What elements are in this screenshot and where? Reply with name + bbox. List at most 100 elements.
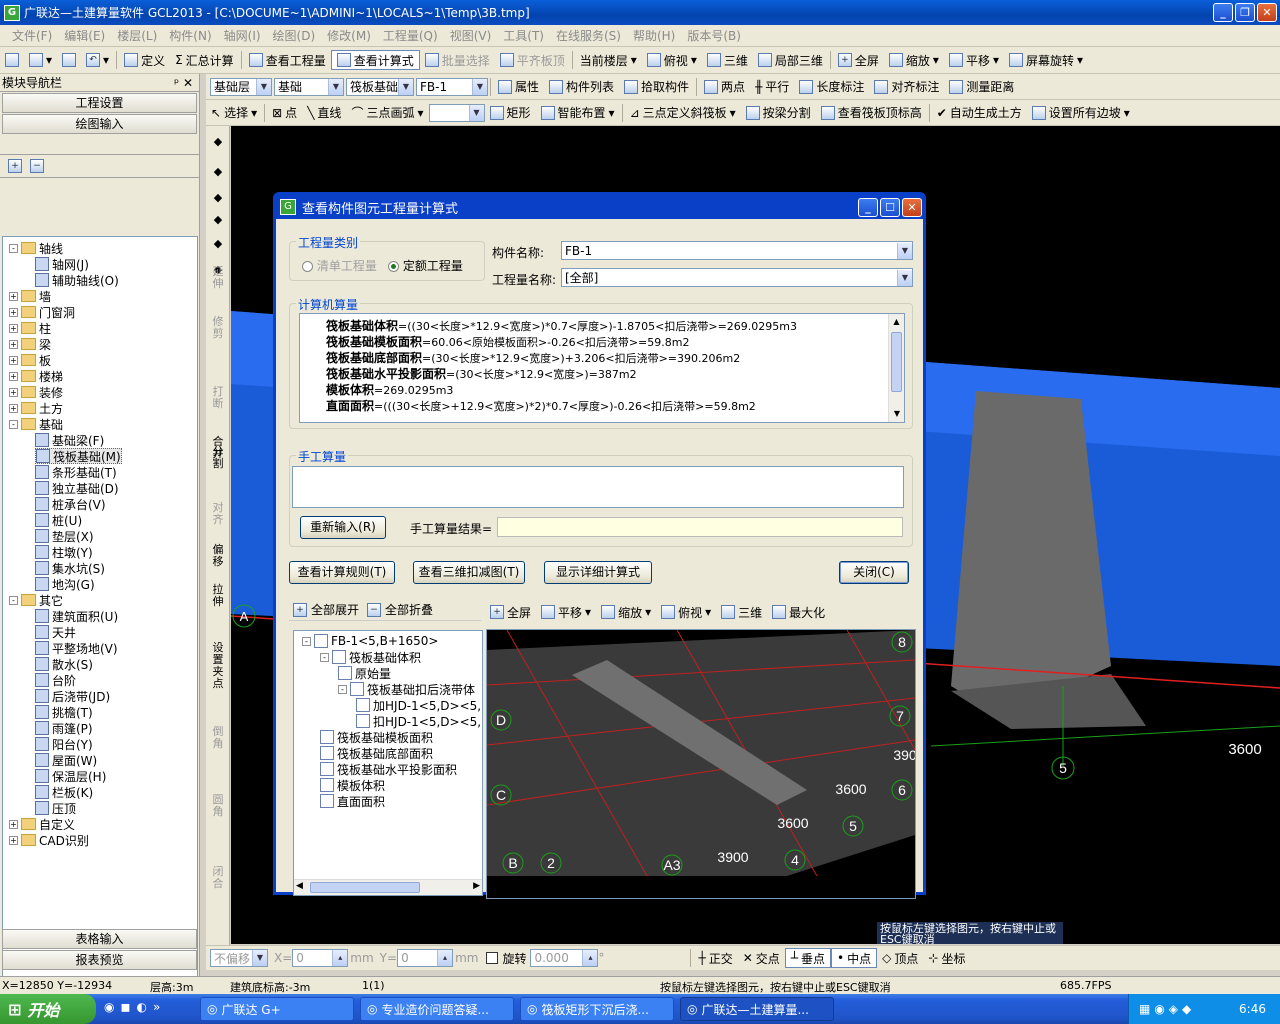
- tree-item[interactable]: 垫层(X): [35, 528, 94, 544]
- taskbar-task[interactable]: ◎ 专业造价问题答疑...: [360, 997, 514, 1021]
- point-button[interactable]: ⊠ 点: [267, 103, 302, 123]
- calc-tree-item[interactable]: 扣HJD-1<5,D><5,: [356, 713, 481, 729]
- rect-button[interactable]: 矩形: [485, 103, 536, 123]
- component-select[interactable]: FB-1 ▼: [416, 77, 488, 96]
- menu-item[interactable]: 编辑(E): [58, 27, 111, 44]
- slope-button[interactable]: ⊿ 三点定义斜筏板 ▾: [625, 103, 741, 123]
- tree-folder[interactable]: - 基础: [9, 416, 63, 432]
- vtool-icon[interactable]: ◆: [209, 192, 227, 204]
- x-offset-input[interactable]: 0 ▴: [292, 949, 349, 967]
- pv-top-button[interactable]: 俯视 ▾: [661, 604, 711, 621]
- offset-select[interactable]: 不偏移 ▼: [210, 949, 268, 967]
- start-button[interactable]: ⊞ 开始: [0, 994, 96, 1024]
- floor-select[interactable]: 基础层 ▼: [210, 77, 272, 96]
- undo-button[interactable]: ↶ ▾: [81, 50, 114, 70]
- menu-item[interactable]: 构件(N): [163, 27, 217, 44]
- collapse-all-button[interactable]: 全部折叠: [385, 601, 433, 618]
- expand-icon[interactable]: +: [9, 387, 18, 397]
- vertex-toggle[interactable]: ◇ 顶点: [877, 948, 923, 968]
- tree-item[interactable]: 条形基础(T): [35, 464, 117, 480]
- save-button[interactable]: [57, 50, 81, 70]
- expand-icon[interactable]: +: [9, 403, 18, 413]
- vtool-icon[interactable]: ◆: [209, 214, 227, 226]
- calc-tree-item[interactable]: - 筏板基础扣后浇带体: [338, 681, 475, 697]
- tree-folder[interactable]: - 其它: [9, 592, 63, 608]
- component-list-button[interactable]: 构件列表: [544, 77, 619, 97]
- tree-item[interactable]: 柱墩(Y): [35, 544, 93, 560]
- project-settings-button[interactable]: 工程设置: [2, 93, 197, 113]
- tree-item[interactable]: 平整场地(V): [35, 640, 118, 656]
- vtool-0[interactable]: 延伸: [209, 266, 227, 290]
- tree-folder[interactable]: + 楼梯: [9, 368, 63, 384]
- calc-tree-item[interactable]: 筏板基础模板面积: [320, 729, 433, 745]
- tree-item[interactable]: 散水(S): [35, 656, 93, 672]
- taskbar-task[interactable]: ◎ 筏板矩形下沉后浇...: [520, 997, 674, 1021]
- vtool-7[interactable]: 拉伸: [209, 584, 227, 608]
- vtool-icon[interactable]: ◆: [209, 136, 227, 148]
- measure-button[interactable]: 测量距离: [944, 77, 1019, 97]
- vtool-2[interactable]: 打断: [209, 386, 227, 410]
- zoom-button[interactable]: 缩放 ▾: [884, 50, 944, 70]
- menu-item[interactable]: 楼层(L): [111, 27, 163, 44]
- ortho-toggle[interactable]: ┼ 正交: [693, 948, 737, 968]
- rotate-checkbox[interactable]: [486, 952, 499, 964]
- tree-item[interactable]: 桩承台(V): [35, 496, 106, 512]
- vtool-icon[interactable]: ◆: [209, 238, 227, 250]
- tree-item[interactable]: 桩(U): [35, 512, 82, 528]
- scroll-up-icon[interactable]: ▲: [889, 314, 904, 330]
- collapse-icon[interactable]: -: [9, 595, 18, 605]
- formula-box[interactable]: 筏板基础体积=((30<长度>*12.9<宽度>)*0.7<厚度>)-1.870…: [299, 313, 905, 423]
- tree-item[interactable]: 台阶: [35, 672, 76, 688]
- report-preview-button[interactable]: 报表预览: [2, 950, 197, 970]
- view-formula-button[interactable]: 查看计算式: [330, 50, 420, 70]
- pv-zoom-button[interactable]: 缩放 ▾: [601, 604, 651, 621]
- tree-item[interactable]: 筏板基础(M): [35, 448, 122, 464]
- expand-icon[interactable]: +: [9, 307, 18, 317]
- view-3d-deduct-button[interactable]: 查看三维扣减图(T): [413, 561, 525, 584]
- tree-item[interactable]: 基础梁(F): [35, 432, 104, 448]
- calc-tree-item[interactable]: 筏板基础水平投影面积: [320, 761, 457, 777]
- menu-item[interactable]: 绘图(D): [267, 27, 322, 44]
- list-qty-radio[interactable]: 清单工程量: [302, 257, 377, 274]
- pv-maximize-button[interactable]: 最大化: [772, 604, 825, 621]
- taskbar-task[interactable]: ◎ 广联达 G+: [200, 997, 354, 1021]
- tree-item[interactable]: 辅助轴线(O): [35, 272, 119, 288]
- view-rules-button[interactable]: 查看计算规则(T): [289, 561, 395, 584]
- scroll-down-icon[interactable]: ▼: [889, 406, 904, 422]
- select-button[interactable]: ↖ 选择 ▾: [206, 103, 262, 123]
- collapse-icon[interactable]: -: [320, 652, 329, 662]
- local-3d-button[interactable]: 局部三维: [753, 50, 828, 70]
- collapse-icon[interactable]: -: [302, 636, 311, 646]
- arc-option-select[interactable]: ▼: [428, 103, 485, 122]
- tree-item[interactable]: 建筑面积(U): [35, 608, 118, 624]
- collapse-icon[interactable]: -: [9, 243, 18, 253]
- expand-icon[interactable]: +: [9, 835, 18, 845]
- pan-button[interactable]: 平移 ▾: [944, 50, 1004, 70]
- arc-button[interactable]: ⌒ 三点画弧 ▾: [346, 103, 428, 123]
- rotate-button[interactable]: 屏幕旋转 ▾: [1004, 50, 1088, 70]
- tree-item[interactable]: 栏板(K): [35, 784, 93, 800]
- top-view-button[interactable]: 俯视 ▾: [642, 50, 702, 70]
- tree-item[interactable]: 屋面(W): [35, 752, 97, 768]
- tree-item[interactable]: 独立基础(D): [35, 480, 119, 496]
- dialog-maximize-button[interactable]: ☐: [880, 197, 900, 217]
- set-slope-button[interactable]: 设置所有边坡 ▾: [1027, 103, 1135, 123]
- new-file-button[interactable]: [0, 50, 24, 70]
- calc-tree-item[interactable]: 模板体积: [320, 777, 385, 793]
- menu-item[interactable]: 版本号(B): [681, 27, 747, 44]
- dialog-close-x-button[interactable]: ✕: [902, 197, 922, 217]
- vtool-6[interactable]: 偏移: [209, 544, 227, 568]
- view-qty-button[interactable]: 查看工程量: [244, 50, 331, 70]
- close-icon[interactable]: ᵖ ✕: [174, 76, 193, 90]
- manual-input[interactable]: [292, 466, 904, 508]
- vtool-icon[interactable]: ◆: [209, 166, 227, 178]
- menu-item[interactable]: 视图(V): [444, 27, 498, 44]
- split-button[interactable]: 按梁分割: [741, 103, 816, 123]
- mid-toggle[interactable]: • 中点: [831, 948, 878, 968]
- collapse-icon[interactable]: -: [338, 684, 347, 694]
- menu-item[interactable]: 轴网(I): [218, 27, 267, 44]
- pv-fullscreen-button[interactable]: + 全屏: [490, 604, 531, 621]
- tree-folder[interactable]: + 自定义: [9, 816, 75, 832]
- tree-item[interactable]: 阳台(Y): [35, 736, 93, 752]
- calc-tree-item[interactable]: - 筏板基础体积: [320, 649, 421, 665]
